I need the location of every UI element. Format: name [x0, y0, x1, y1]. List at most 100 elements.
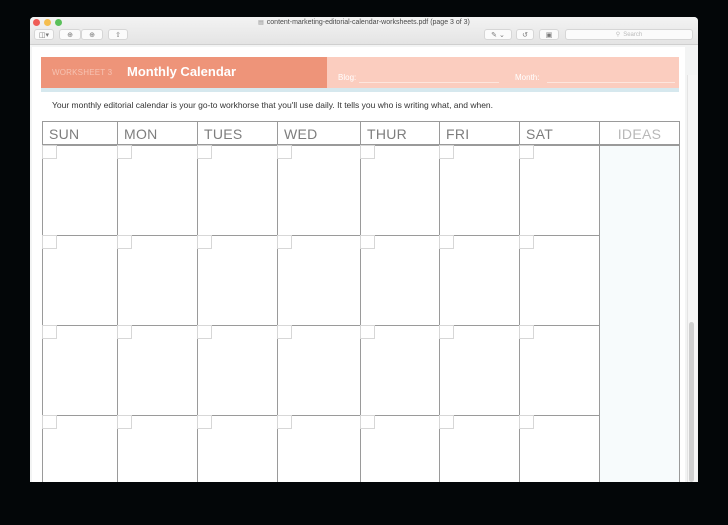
- pdf-page: WORKSHEET 3 Monthly Calendar Blog: Month…: [32, 47, 685, 482]
- document-area: WORKSHEET 3 Monthly Calendar Blog: Month…: [30, 45, 698, 482]
- date-box: [42, 145, 57, 159]
- day-cell: [117, 325, 198, 416]
- header-wed: WED: [277, 121, 361, 145]
- rotate-button[interactable]: ↺: [516, 29, 534, 40]
- day-cell: [42, 145, 118, 236]
- window-title: ▤ content-marketing-editorial-calendar-wo…: [30, 17, 698, 29]
- header-tues: TUES: [197, 121, 278, 145]
- date-box: [277, 415, 292, 429]
- share-icon: ⇧: [115, 31, 121, 39]
- date-box: [360, 145, 375, 159]
- page-title: Monthly Calendar: [127, 64, 237, 79]
- date-box: [197, 415, 212, 429]
- day-cell: [519, 325, 600, 416]
- date-box: [117, 325, 132, 339]
- date-box: [439, 325, 454, 339]
- day-cell: [439, 325, 520, 416]
- search-placeholder: Search: [623, 31, 643, 38]
- day-cell: [439, 415, 520, 482]
- date-box: [360, 415, 375, 429]
- date-box: [197, 235, 212, 249]
- date-box: [117, 415, 132, 429]
- day-cell: [117, 415, 198, 482]
- zoom-out-button[interactable]: ⊕: [59, 29, 81, 40]
- date-box: [360, 235, 375, 249]
- day-cell: [197, 325, 278, 416]
- date-box: [42, 235, 57, 249]
- day-cell: [439, 235, 520, 326]
- rotate-icon: ↺: [522, 31, 528, 39]
- date-box: [519, 415, 534, 429]
- date-box: [277, 145, 292, 159]
- day-cell: [197, 145, 278, 236]
- banner-stripe: [41, 88, 679, 92]
- intro-text: Your monthly editorial calendar is your …: [52, 100, 494, 110]
- share-button[interactable]: ⇧: [108, 29, 128, 40]
- date-box: [519, 235, 534, 249]
- date-box: [439, 235, 454, 249]
- sidebar-toggle-icon: ◫▾: [38, 31, 50, 39]
- day-cell: [42, 325, 118, 416]
- worksheet-label: WORKSHEET 3: [52, 68, 113, 77]
- day-cell: [117, 145, 198, 236]
- date-box: [42, 325, 57, 339]
- day-cell: [360, 145, 440, 236]
- zoom-in-button[interactable]: ⊕: [81, 29, 103, 40]
- header-sat: SAT: [519, 121, 600, 145]
- day-cell: [42, 235, 118, 326]
- pdf-viewer-window: ▤ content-marketing-editorial-calendar-wo…: [30, 17, 698, 482]
- day-cell: [197, 235, 278, 326]
- day-cell: [519, 145, 600, 236]
- blog-field-line: [359, 82, 499, 83]
- zoom-in-icon: ⊕: [89, 31, 95, 39]
- day-cell: [360, 235, 440, 326]
- title-bar: ▤ content-marketing-editorial-calendar-wo…: [30, 17, 698, 45]
- day-cell: [277, 325, 361, 416]
- date-box: [197, 325, 212, 339]
- date-box: [197, 145, 212, 159]
- blog-label: Blog:: [338, 73, 357, 82]
- day-cell: [360, 325, 440, 416]
- pen-icon: ✎ ⌄: [491, 31, 505, 39]
- sidebar-toggle-button[interactable]: ◫▾: [34, 29, 54, 40]
- header-fri: FRI: [439, 121, 520, 145]
- banner-title-block: WORKSHEET 3 Monthly Calendar: [41, 57, 327, 88]
- worksheet-banner: WORKSHEET 3 Monthly Calendar Blog: Month…: [41, 57, 679, 92]
- day-cell: [197, 415, 278, 482]
- day-cell: [277, 145, 361, 236]
- date-box: [117, 145, 132, 159]
- date-box: [519, 145, 534, 159]
- day-cell: [439, 145, 520, 236]
- toolbox-button[interactable]: ▣: [539, 29, 559, 40]
- date-box: [277, 235, 292, 249]
- day-cell: [519, 235, 600, 326]
- toolbox-icon: ▣: [545, 31, 553, 39]
- document-icon: ▤: [258, 20, 264, 26]
- header-mon: MON: [117, 121, 198, 145]
- zoom-out-icon: ⊕: [67, 31, 73, 39]
- day-cell: [42, 415, 118, 482]
- header-ideas: IDEAS: [599, 121, 680, 145]
- date-box: [42, 415, 57, 429]
- ideas-column: [599, 145, 680, 482]
- day-cell: [277, 415, 361, 482]
- window-title-text: content-marketing-editorial-calendar-wor…: [266, 19, 470, 26]
- day-cell: [360, 415, 440, 482]
- search-icon: ⚲: [615, 32, 621, 38]
- header-sun: SUN: [42, 121, 118, 145]
- month-field-line: [547, 82, 675, 83]
- date-box: [277, 325, 292, 339]
- vertical-scrollbar[interactable]: [689, 322, 694, 482]
- header-thur: THUR: [360, 121, 440, 145]
- date-box: [439, 415, 454, 429]
- date-box: [360, 325, 375, 339]
- date-box: [519, 325, 534, 339]
- day-cell: [519, 415, 600, 482]
- search-input[interactable]: ⚲ Search: [565, 29, 693, 40]
- month-label: Month:: [515, 73, 540, 82]
- date-box: [439, 145, 454, 159]
- markup-button[interactable]: ✎ ⌄: [484, 29, 512, 40]
- day-cell: [277, 235, 361, 326]
- date-box: [117, 235, 132, 249]
- day-cell: [117, 235, 198, 326]
